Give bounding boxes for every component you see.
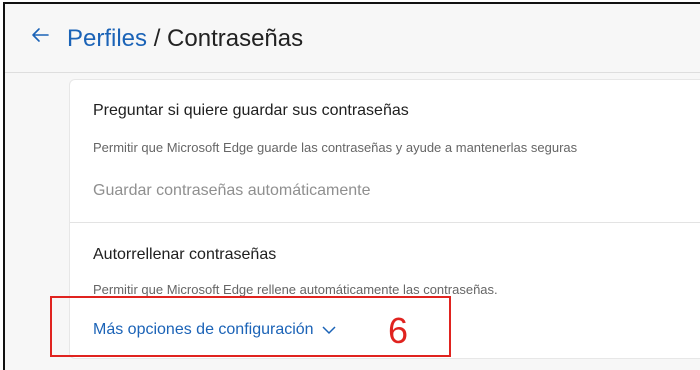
back-arrow-icon [32, 28, 49, 42]
breadcrumb-current: Contraseñas [167, 25, 304, 52]
offer-save-description: Permitir que Microsoft Edge guarde las c… [93, 140, 578, 155]
autofill-description: Permitir que Microsoft Edge rellene auto… [93, 282, 498, 297]
annotation-number: 6 [388, 310, 409, 351]
page-title: Perfiles / Contraseñas [67, 24, 303, 54]
section-divider [70, 222, 700, 223]
breadcrumb-separator: / [147, 25, 168, 52]
offer-save-title: Preguntar si quiere guardar sus contrase… [93, 102, 409, 119]
auto-save-option: Guardar contraseñas automáticamente [93, 182, 371, 199]
settings-header: Perfiles / Contraseñas [5, 4, 700, 73]
autofill-title: Autorrellenar contraseñas [93, 246, 277, 263]
breadcrumb-profiles-link[interactable]: Perfiles [67, 25, 147, 52]
back-button[interactable] [23, 18, 57, 52]
